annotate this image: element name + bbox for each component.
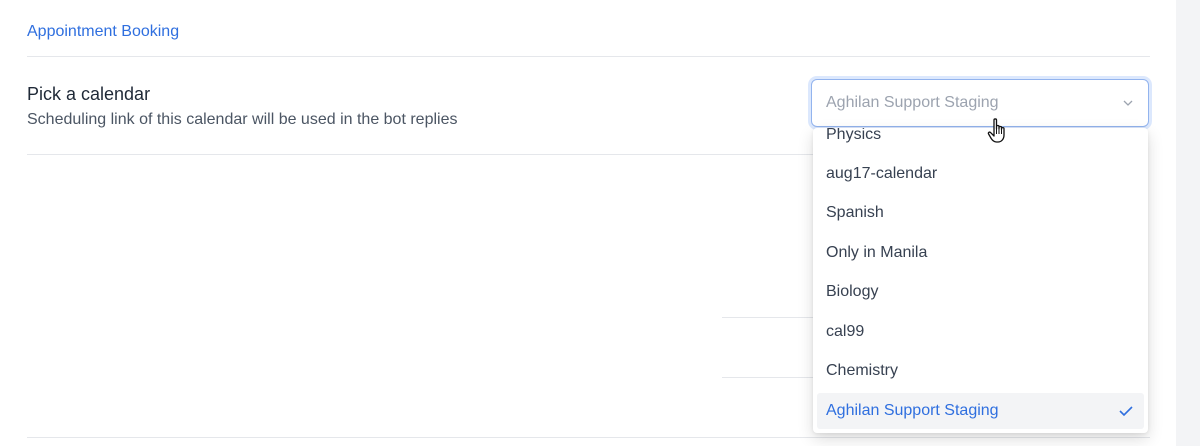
option-label: Aghilan Support Staging — [826, 402, 999, 419]
divider — [27, 154, 813, 155]
divider — [722, 317, 813, 318]
calendar-select-value: Aghilan Support Staging — [826, 94, 999, 111]
scrollbar-track[interactable] — [1176, 0, 1200, 446]
dropdown-option[interactable]: Biology — [817, 274, 1144, 310]
dropdown-option[interactable]: Physics — [817, 128, 1144, 153]
option-label: Spanish — [826, 204, 884, 221]
dropdown-option[interactable]: Spanish — [817, 195, 1144, 231]
calendar-select[interactable]: Aghilan Support Staging — [811, 79, 1149, 127]
divider — [27, 437, 1150, 438]
option-label: Chemistry — [826, 362, 899, 379]
divider — [722, 377, 813, 378]
field-title: Pick a calendar — [27, 84, 151, 104]
dropdown-option-selected[interactable]: Aghilan Support Staging — [817, 393, 1144, 429]
dropdown-option[interactable]: Only in Manila — [817, 235, 1144, 271]
divider — [27, 56, 1150, 57]
option-label: aug17-calendar — [826, 165, 938, 182]
dropdown-option[interactable]: aug17-calendar — [817, 156, 1144, 192]
option-label: Physics — [826, 128, 882, 143]
option-label: Only in Manila — [826, 244, 928, 261]
hand-pointer-icon — [987, 118, 1005, 143]
calendar-dropdown-menu: Physics aug17-calendar Spanish Only in M… — [813, 128, 1148, 433]
option-label: cal99 — [826, 323, 865, 340]
field-description: Scheduling link of this calendar will be… — [27, 111, 458, 128]
chevron-down-icon — [1123, 100, 1133, 106]
check-icon — [1119, 406, 1133, 417]
option-label: Biology — [826, 283, 879, 300]
page: Appointment Booking Pick a calendar Sche… — [0, 0, 1200, 446]
appointment-booking-link[interactable]: Appointment Booking — [27, 23, 179, 41]
dropdown-option[interactable]: Chemistry — [817, 353, 1144, 389]
dropdown-option[interactable]: cal99 — [817, 314, 1144, 350]
